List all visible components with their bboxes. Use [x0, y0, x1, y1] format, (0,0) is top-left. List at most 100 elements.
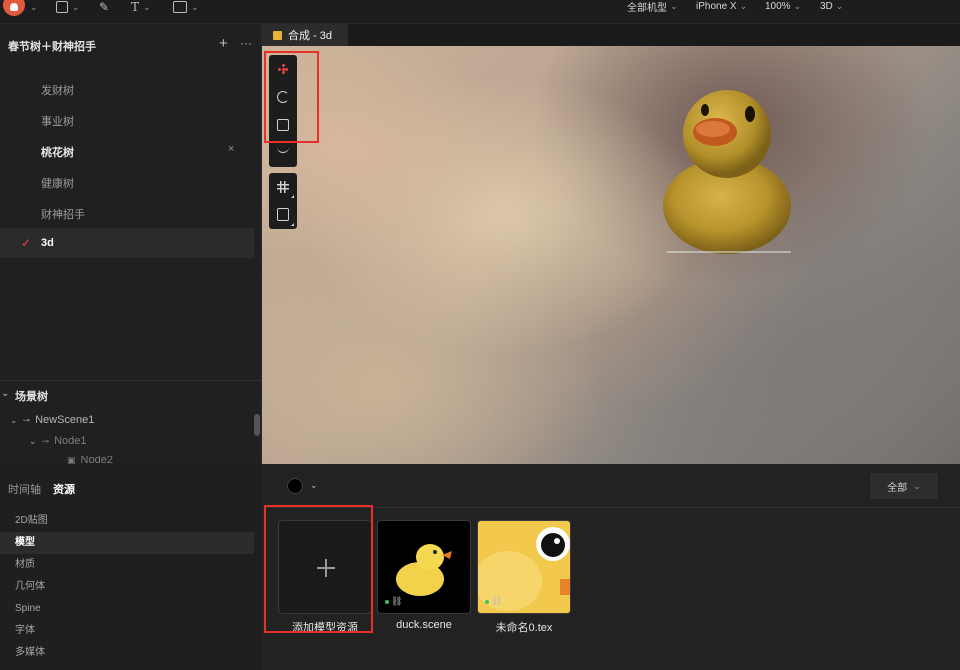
tree-node-scene[interactable]: ⌄ ⊸ NewScene1: [10, 414, 94, 426]
category-item[interactable]: 几何体: [0, 576, 254, 598]
tree-node[interactable]: ▣ Node2: [67, 456, 113, 464]
composition-label: 事业树: [41, 116, 74, 128]
grid-icon: [277, 181, 289, 193]
composition-item[interactable]: 健康树: [0, 166, 254, 196]
composition-item[interactable]: 桃花树 ×: [0, 135, 254, 165]
highlight-box: [264, 51, 319, 143]
status-dot-icon: [485, 599, 489, 604]
highlight-box: [264, 505, 373, 633]
chevron-down-icon: ⌄: [793, 0, 802, 11]
logo-chevron-down-icon[interactable]: ⌄: [30, 0, 38, 14]
chevron-down-icon[interactable]: ⌄: [1, 388, 9, 399]
tree-node-label: Node1: [54, 435, 87, 447]
view-toolbar: [269, 173, 297, 229]
link-icon: ⛓: [391, 596, 403, 606]
mode-dropdown[interactable]: 3D ⌄: [820, 0, 843, 12]
device-menu-label: 全部机型: [627, 2, 667, 14]
composition-item-active[interactable]: ✓ 3d: [0, 228, 254, 258]
link-icon: ⛓: [491, 596, 503, 606]
chevron-down-icon: ⌄: [670, 0, 678, 11]
3d-viewport[interactable]: [262, 46, 960, 464]
project-header: 春节树＋财神招手 + ···: [0, 34, 262, 54]
arc-icon: [277, 145, 289, 153]
asset-status: ⛓: [485, 596, 502, 607]
device-menu-dropdown[interactable]: 全部机型 ⌄: [627, 0, 678, 14]
mesh-node-icon: ▣: [67, 456, 76, 464]
chevron-down-icon: ⌄: [913, 480, 921, 491]
composition-label: 发财树: [41, 85, 74, 97]
category-item[interactable]: 材质: [0, 554, 254, 576]
text-icon: T: [131, 0, 140, 14]
check-icon: ✓: [21, 236, 32, 250]
document-tabbar: 合成 - 3d: [262, 24, 960, 46]
composition-color-icon: [273, 30, 282, 40]
image-tool-button[interactable]: ⌄: [173, 0, 199, 14]
asset-card-duck-scene[interactable]: ⛓: [377, 520, 471, 614]
arc-tool-button[interactable]: [269, 139, 297, 167]
composition-item[interactable]: 事业树: [0, 104, 254, 134]
composition-label: 桃花树: [41, 147, 74, 159]
device-dropdown[interactable]: iPhone X ⌄: [696, 0, 747, 12]
composition-label: 3d: [41, 237, 54, 249]
close-icon[interactable]: ×: [228, 143, 234, 155]
composition-label: 健康树: [41, 178, 74, 190]
category-item[interactable]: 字体: [0, 620, 254, 642]
document-tab-label: 合成 - 3d: [288, 30, 333, 42]
chevron-down-icon: ⌄: [29, 435, 37, 446]
frame-tool-button[interactable]: ⌄: [56, 0, 80, 14]
project-panel: 春节树＋财神招手 + ··· 发财树 事业树 桃花树 × 健康树 财神招手 ✓ …: [0, 24, 262, 464]
chevron-down-icon: ⌄: [191, 1, 199, 12]
submenu-corner-icon: [291, 223, 294, 226]
composition-label: 财神招手: [41, 209, 85, 221]
image-icon: [173, 1, 187, 13]
mode-label: 3D: [820, 0, 833, 12]
node-icon: ⊸: [41, 435, 50, 446]
chevron-down-icon: ⌄: [835, 0, 844, 11]
background-color-swatch[interactable]: [287, 478, 303, 494]
device-label: iPhone X: [696, 0, 737, 12]
category-item[interactable]: 2D贴图: [0, 510, 254, 532]
filter-label: 全部: [887, 482, 908, 494]
more-options-button[interactable]: ···: [240, 36, 252, 50]
chevron-down-icon[interactable]: ⌄: [310, 480, 318, 491]
cube-tool-button[interactable]: [269, 201, 297, 229]
composition-item[interactable]: 财神招手: [0, 197, 254, 227]
tree-node-label: Node2: [80, 456, 113, 464]
tab-timeline[interactable]: 时间轴: [8, 481, 41, 497]
scene-node-icon: ⊸: [22, 414, 31, 425]
pen-tool-button[interactable]: ✎: [99, 0, 109, 14]
chevron-down-icon: ⌄: [143, 1, 151, 12]
category-item[interactable]: 多媒体: [0, 642, 254, 664]
composition-item[interactable]: 发财树: [0, 73, 254, 103]
asset-toolbar: ⌄ 全部 ⌄: [262, 464, 960, 508]
chevron-down-icon: ⌄: [72, 1, 80, 12]
grid-tool-button[interactable]: [269, 173, 297, 201]
asset-label: 未命名0.tex: [495, 622, 553, 634]
zoom-dropdown[interactable]: 100% ⌄: [765, 0, 801, 12]
category-item[interactable]: Spine: [0, 598, 254, 620]
filter-dropdown[interactable]: 全部 ⌄: [870, 473, 938, 499]
category-item-active[interactable]: 模型: [0, 532, 254, 554]
add-composition-button[interactable]: +: [219, 35, 228, 52]
status-dot-icon: [385, 599, 389, 604]
tree-node-label: NewScene1: [35, 414, 95, 426]
top-toolbar: ⌄ ⌄ ✎ T ⌄ ⌄ 全部机型 ⌄ iPhone X ⌄ 100% ⌄ 3D …: [0, 0, 960, 24]
asset-card-texture[interactable]: ⛓: [477, 520, 571, 614]
cube-icon: [277, 208, 289, 221]
app-logo-icon[interactable]: [3, 0, 25, 16]
tab-resources[interactable]: 资源: [53, 481, 75, 497]
document-tab[interactable]: 合成 - 3d: [262, 24, 348, 46]
asset-status: ⛓: [385, 596, 402, 607]
pen-icon: ✎: [99, 0, 110, 14]
text-tool-button[interactable]: T ⌄: [131, 0, 151, 14]
scene-tree-title: 场景树: [15, 391, 48, 403]
zoom-label: 100%: [765, 0, 791, 12]
tree-node[interactable]: ⌄ ⊸ Node1: [29, 435, 87, 447]
divider: [0, 380, 262, 381]
project-title: 春节树＋财神招手: [8, 41, 96, 53]
duck-model[interactable]: [657, 86, 791, 256]
chevron-down-icon: ⌄: [10, 414, 18, 425]
resource-sidebar: 时间轴 资源 2D贴图 模型 材质 几何体 Spine 字体 多媒体: [0, 464, 262, 670]
scrollbar[interactable]: [254, 414, 260, 436]
chevron-down-icon: ⌄: [739, 0, 748, 11]
